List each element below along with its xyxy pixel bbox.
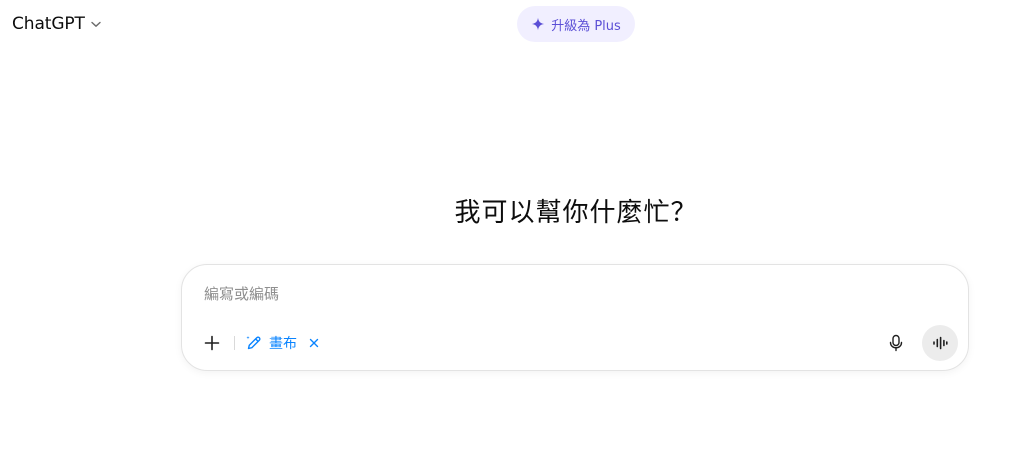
dictate-button[interactable]	[880, 327, 912, 359]
toolbar-divider	[234, 336, 235, 350]
voice-mode-button[interactable]	[922, 325, 958, 361]
microphone-icon	[888, 334, 904, 352]
add-attachment-button[interactable]	[198, 329, 226, 357]
canvas-chip-label: 畫布	[269, 336, 297, 352]
page-title: 我可以幫你什麼忙？	[454, 198, 698, 228]
model-name: ChatGPT	[12, 14, 85, 34]
pencil-sparkle-icon	[245, 334, 263, 352]
model-switcher[interactable]: ChatGPT	[10, 10, 105, 38]
voice-waveform-icon	[932, 336, 948, 350]
composer-toolbar-left: 畫布	[198, 329, 323, 357]
upgrade-label: 升級為 Plus	[551, 18, 621, 34]
prompt-composer: 畫布	[181, 264, 969, 371]
canvas-tool-chip[interactable]: 畫布	[245, 329, 323, 357]
close-icon[interactable]	[305, 334, 323, 352]
chatgpt-home: ChatGPT 升級為 Plus 我可以幫你什麼忙？ 編寫或編碼 畫布	[0, 0, 1024, 460]
sparkle-icon	[531, 17, 545, 31]
prompt-input[interactable]	[204, 283, 904, 305]
plus-icon	[204, 335, 220, 351]
chevron-down-icon	[89, 17, 103, 31]
composer-toolbar-right	[880, 324, 958, 362]
upgrade-plus-button[interactable]: 升級為 Plus	[517, 6, 635, 42]
